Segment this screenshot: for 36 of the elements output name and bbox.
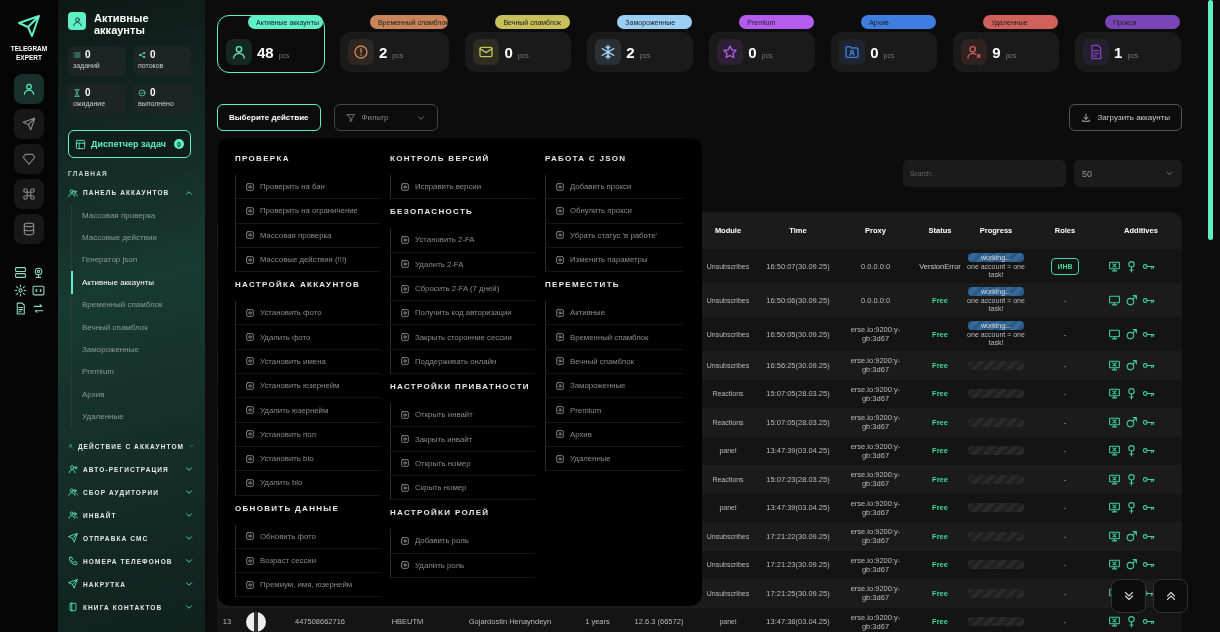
action-button[interactable]: Выберите действие bbox=[217, 104, 321, 131]
nav-item[interactable]: Вечный спамблок bbox=[71, 315, 195, 339]
nav-item[interactable]: Архив bbox=[71, 383, 195, 406]
nav-item[interactable]: Массовая проверка bbox=[71, 204, 195, 227]
nav-item[interactable]: Генератор json bbox=[71, 248, 195, 272]
count-value: 1 bbox=[1114, 43, 1123, 61]
menu-section-title: НАСТРОЙКА АККАУНТОВ bbox=[235, 279, 362, 292]
menu-section-title: ОБНОВИТЬ ДАННЫЕ bbox=[235, 502, 341, 515]
nav-item[interactable]: Удаленные bbox=[71, 405, 195, 428]
page-size-select[interactable]: 50 bbox=[1074, 160, 1182, 187]
count-value: 2 bbox=[626, 43, 635, 61]
nav-item[interactable]: Premium bbox=[71, 360, 195, 384]
nav-item[interactable]: Временный спамблок bbox=[71, 293, 195, 316]
count-value: 2 bbox=[378, 43, 388, 61]
sidebar-title: Активные аккаунты bbox=[94, 12, 150, 36]
menu-section-title: НАСТРОЙКИ РОЛЕЙ bbox=[390, 507, 491, 520]
upload-button[interactable]: Загрузить аккаунты bbox=[1069, 104, 1182, 131]
menu-section-title: ПРОВЕРКА bbox=[235, 153, 291, 165]
nav-item[interactable]: Массовые действия bbox=[71, 226, 195, 249]
count-value: 0 bbox=[870, 43, 879, 61]
stat-value: 0 bbox=[85, 87, 91, 98]
nav-item[interactable]: Замороженные bbox=[71, 338, 195, 361]
nav-item[interactable]: Активные аккаунты bbox=[71, 271, 195, 294]
count-value: 0 bbox=[504, 43, 513, 61]
menu-section-title: КОНТРОЛЬ ВЕРСИЙ bbox=[390, 153, 491, 165]
menu-section-title: ПЕРЕМЕСТИТЬ bbox=[545, 279, 621, 292]
menu-section-title: РАБОТА С JSON bbox=[545, 153, 628, 165]
menu-section-title: НАСТРОЙКИ ПРИВАТНОСТИ bbox=[390, 381, 531, 394]
stat-value: 0 bbox=[150, 49, 156, 60]
filter-dropdown[interactable]: Фильтр bbox=[333, 104, 438, 131]
count-value: 0 bbox=[748, 43, 757, 61]
menu-section-title: БЕЗОПАСНОСТЬ bbox=[390, 206, 475, 219]
count-value: 48 bbox=[257, 43, 274, 61]
stat-value: 0 bbox=[85, 49, 91, 60]
stat-value: 0 bbox=[150, 87, 156, 98]
count-value: 9 bbox=[992, 43, 1001, 61]
